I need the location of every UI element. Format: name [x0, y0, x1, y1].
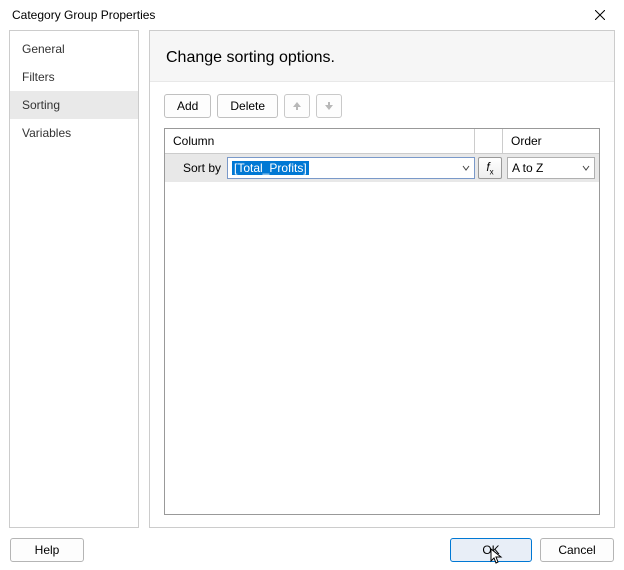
move-up-button[interactable] [284, 94, 310, 118]
sort-by-label: Sort by [165, 161, 227, 175]
grid-empty-area [165, 182, 599, 514]
content: General Filters Sorting Variables Change… [0, 30, 624, 528]
cancel-button[interactable]: Cancel [540, 538, 614, 562]
close-button[interactable] [586, 4, 614, 26]
help-button[interactable]: Help [10, 538, 84, 562]
grid-data-row: Sort by [Total_Profits] fx A to Z [165, 154, 599, 182]
chevron-down-icon [462, 164, 470, 172]
add-button[interactable]: Add [164, 94, 211, 118]
main-panel: Change sorting options. Add Delete Colum… [149, 30, 615, 528]
arrow-up-icon [292, 101, 302, 111]
footer-right: OK Cancel [450, 538, 614, 562]
grid-header-row: Column Order [165, 129, 599, 154]
sidebar: General Filters Sorting Variables [9, 30, 139, 528]
titlebar: Category Group Properties [0, 0, 624, 30]
main-body: Add Delete Column Order Sort by [150, 82, 614, 527]
fx-icon: fx [486, 160, 493, 176]
column-dropdown-value: [Total_Profits] [232, 161, 309, 175]
nav-item-filters[interactable]: Filters [10, 63, 138, 91]
close-icon [595, 10, 605, 20]
move-down-button[interactable] [316, 94, 342, 118]
main-header: Change sorting options. [150, 31, 614, 82]
footer: Help OK Cancel [0, 530, 624, 570]
nav-item-general[interactable]: General [10, 35, 138, 63]
window-title: Category Group Properties [12, 8, 155, 22]
nav-item-sorting[interactable]: Sorting [10, 91, 138, 119]
expression-button[interactable]: fx [478, 157, 502, 179]
main-heading: Change sorting options. [166, 49, 598, 67]
column-dropdown[interactable]: [Total_Profits] [227, 157, 475, 179]
grid-header-column: Column [165, 129, 475, 153]
nav-item-variables[interactable]: Variables [10, 119, 138, 147]
toolbar: Add Delete [164, 94, 600, 118]
grid-header-fx [475, 129, 503, 153]
grid-header-order: Order [503, 129, 599, 153]
order-dropdown[interactable]: A to Z [507, 157, 595, 179]
order-dropdown-value: A to Z [512, 161, 543, 175]
sort-grid: Column Order Sort by [Total_Profits] fx [164, 128, 600, 515]
arrow-down-icon [324, 101, 334, 111]
chevron-down-icon [582, 164, 590, 172]
ok-button[interactable]: OK [450, 538, 532, 562]
delete-button[interactable]: Delete [217, 94, 278, 118]
